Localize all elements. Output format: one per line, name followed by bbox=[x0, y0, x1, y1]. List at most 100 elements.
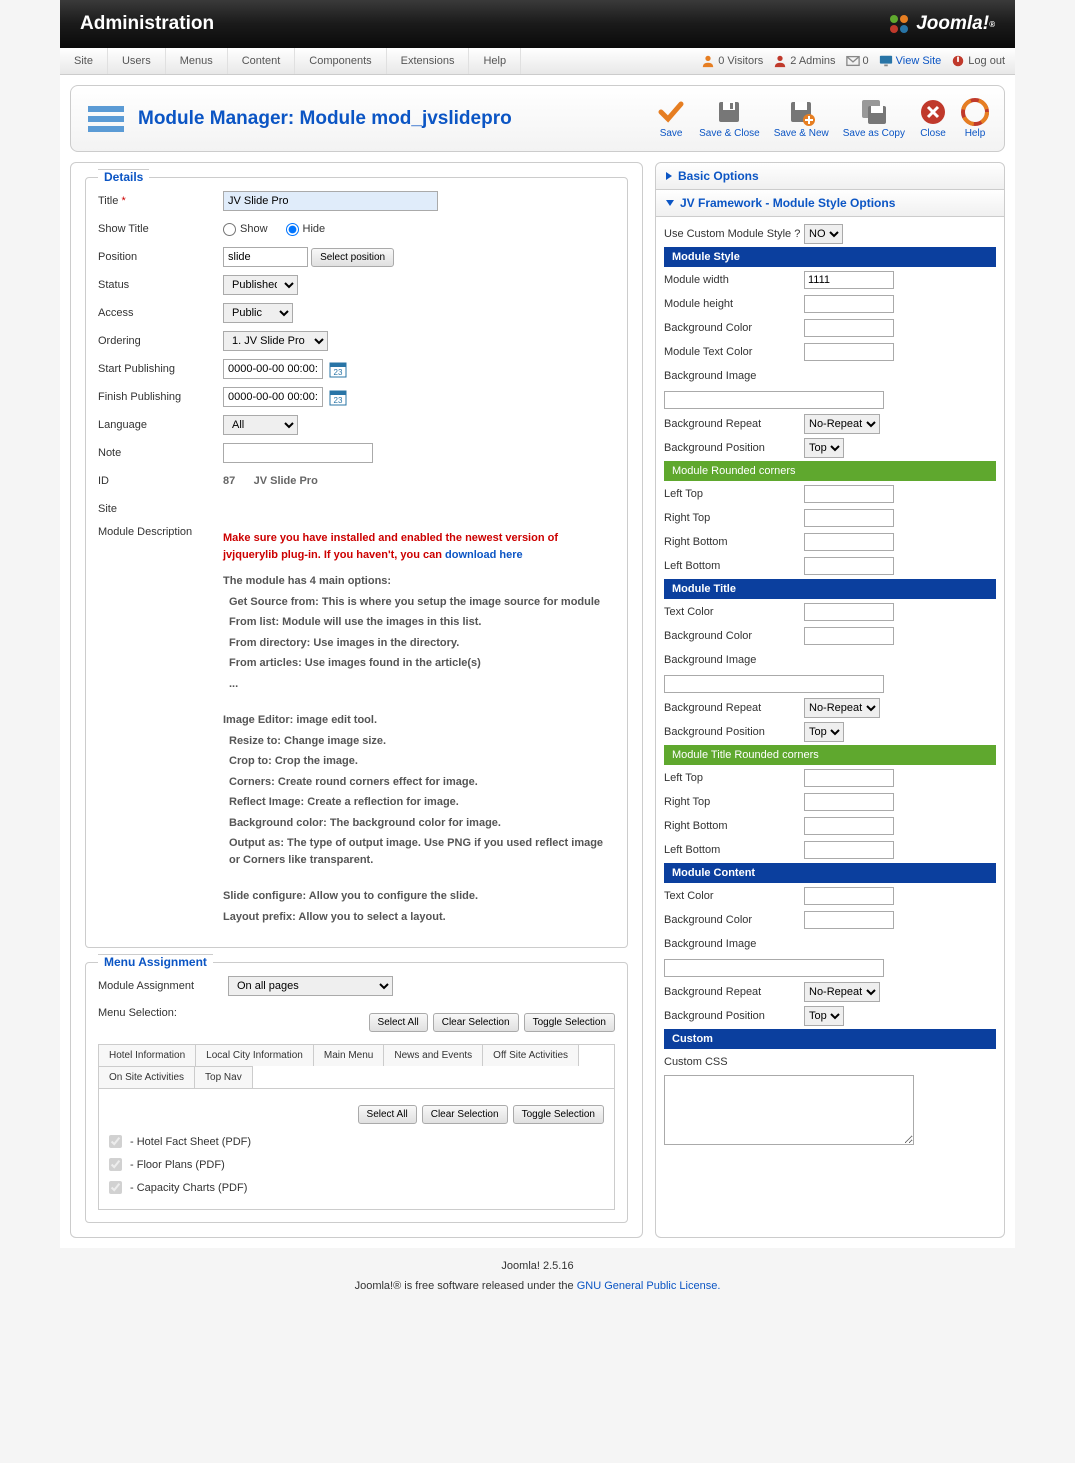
clear-selection-bottom[interactable]: Clear Selection bbox=[422, 1105, 508, 1124]
cbgr-select[interactable]: No-Repeat bbox=[804, 982, 880, 1002]
tab-hotel[interactable]: Hotel Information bbox=[99, 1045, 196, 1066]
tab-news[interactable]: News and Events bbox=[384, 1045, 483, 1066]
desc-warning: Make sure you have installed and enabled… bbox=[223, 530, 615, 563]
module-icon bbox=[86, 102, 126, 136]
menu-site[interactable]: Site bbox=[60, 48, 108, 74]
cbgi-input[interactable] bbox=[664, 959, 884, 977]
use-custom-select[interactable]: NO bbox=[804, 224, 843, 244]
license-link[interactable]: GNU General Public License. bbox=[577, 1280, 721, 1292]
tbgp-select[interactable]: Top bbox=[804, 722, 844, 742]
tab-onsite[interactable]: On Site Activities bbox=[99, 1066, 195, 1088]
calendar-icon[interactable]: 23 bbox=[329, 360, 347, 378]
note-input[interactable] bbox=[223, 443, 373, 463]
desc-from-dir: From directory: Use images in the direct… bbox=[229, 635, 615, 652]
cbgc-input[interactable] bbox=[804, 911, 894, 929]
lt-input[interactable] bbox=[804, 485, 894, 503]
menu-content[interactable]: Content bbox=[228, 48, 296, 74]
tab-local[interactable]: Local City Information bbox=[196, 1045, 314, 1066]
tlb-input[interactable] bbox=[804, 841, 894, 859]
show-radio[interactable]: Show bbox=[223, 223, 268, 236]
bgc-input[interactable] bbox=[804, 319, 894, 337]
logout-link[interactable]: Log out bbox=[951, 54, 1005, 68]
monitor-icon bbox=[879, 54, 893, 68]
bgi-input[interactable] bbox=[664, 391, 884, 409]
cbgp-select[interactable]: Top bbox=[804, 1006, 844, 1026]
accordion-basic[interactable]: Basic Options bbox=[656, 163, 1004, 190]
admin-title: Administration bbox=[80, 13, 214, 35]
clear-selection-top[interactable]: Clear Selection bbox=[433, 1013, 519, 1032]
menu-users[interactable]: Users bbox=[108, 48, 166, 74]
tbgr-select[interactable]: No-Repeat bbox=[804, 698, 880, 718]
download-link[interactable]: download here bbox=[445, 549, 523, 561]
accordion-jvfw[interactable]: JV Framework - Module Style Options bbox=[656, 190, 1004, 217]
position-label: Position bbox=[98, 251, 223, 263]
ordering-select[interactable]: 1. JV Slide Pro bbox=[223, 331, 328, 351]
menu-components[interactable]: Components bbox=[295, 48, 386, 74]
trt-input[interactable] bbox=[804, 793, 894, 811]
bgp-select[interactable]: Top bbox=[804, 438, 844, 458]
trb-input[interactable] bbox=[804, 817, 894, 835]
tab-offsite[interactable]: Off Site Activities bbox=[483, 1045, 579, 1066]
tlt-input[interactable] bbox=[804, 769, 894, 787]
mw-input[interactable] bbox=[804, 271, 894, 289]
save-button[interactable]: Save bbox=[657, 98, 685, 139]
tab-topnav[interactable]: Top Nav bbox=[195, 1066, 253, 1088]
help-button[interactable]: Help bbox=[961, 98, 989, 139]
status-select[interactable]: Published bbox=[223, 275, 298, 295]
menu-menus[interactable]: Menus bbox=[166, 48, 228, 74]
ttc-label: Text Color bbox=[664, 606, 804, 618]
menu-item-check[interactable] bbox=[109, 1158, 122, 1171]
language-select[interactable]: All bbox=[223, 415, 298, 435]
menu-extensions[interactable]: Extensions bbox=[387, 48, 470, 74]
tab-main[interactable]: Main Menu bbox=[314, 1045, 384, 1066]
svg-text:23: 23 bbox=[334, 368, 343, 377]
mtc-input[interactable] bbox=[804, 343, 894, 361]
tbgi-input[interactable] bbox=[664, 675, 884, 693]
position-input[interactable] bbox=[223, 247, 308, 267]
css-textarea[interactable] bbox=[664, 1075, 914, 1145]
bgr-select[interactable]: No-Repeat bbox=[804, 414, 880, 434]
rb-input[interactable] bbox=[804, 533, 894, 551]
toggle-selection-top[interactable]: Toggle Selection bbox=[524, 1013, 615, 1032]
disk-icon bbox=[715, 98, 743, 126]
start-pub-label: Start Publishing bbox=[98, 363, 223, 375]
language-label: Language bbox=[98, 419, 223, 431]
access-select[interactable]: Public bbox=[223, 303, 293, 323]
ctc-input[interactable] bbox=[804, 887, 894, 905]
rt-label: Right Top bbox=[664, 512, 804, 524]
select-all-bottom[interactable]: Select All bbox=[358, 1105, 417, 1124]
mh-input[interactable] bbox=[804, 295, 894, 313]
messages-link[interactable]: 0 bbox=[846, 54, 869, 68]
cbgc-label: Background Color bbox=[664, 914, 804, 926]
lb-input[interactable] bbox=[804, 557, 894, 575]
menu-item-check[interactable] bbox=[109, 1135, 122, 1148]
desc-heading: The module has 4 main options: bbox=[223, 573, 615, 590]
view-site-link[interactable]: View Site bbox=[879, 54, 942, 68]
mh-label: Module height bbox=[664, 298, 804, 310]
rt-input[interactable] bbox=[804, 509, 894, 527]
select-position-button[interactable]: Select position bbox=[311, 248, 394, 267]
tbgc-input[interactable] bbox=[804, 627, 894, 645]
page-title: Module Manager: Module mod_jvslidepro bbox=[138, 108, 512, 130]
finish-pub-input[interactable] bbox=[223, 387, 323, 407]
menu-item-check[interactable] bbox=[109, 1181, 122, 1194]
start-pub-input[interactable] bbox=[223, 359, 323, 379]
tbgi-label: Background Image bbox=[664, 654, 804, 666]
save-copy-button[interactable]: Save as Copy bbox=[843, 98, 905, 139]
calendar-icon[interactable]: 23 bbox=[329, 388, 347, 406]
close-button[interactable]: Close bbox=[919, 98, 947, 139]
visitors-link[interactable]: 0 Visitors bbox=[701, 54, 763, 68]
select-all-top[interactable]: Select All bbox=[369, 1013, 428, 1032]
menu-help[interactable]: Help bbox=[469, 48, 521, 74]
help-icon bbox=[961, 98, 989, 126]
save-close-button[interactable]: Save & Close bbox=[699, 98, 760, 139]
assignment-select[interactable]: On all pages bbox=[228, 976, 393, 996]
admins-link[interactable]: 2 Admins bbox=[773, 54, 835, 68]
save-new-button[interactable]: Save & New bbox=[774, 98, 829, 139]
hide-radio[interactable]: Hide bbox=[286, 223, 326, 236]
ttc-input[interactable] bbox=[804, 603, 894, 621]
bgc-label: Background Color bbox=[664, 322, 804, 334]
desc-reflect: Reflect Image: Create a reflection for i… bbox=[229, 794, 615, 811]
title-input[interactable] bbox=[223, 191, 438, 211]
toggle-selection-bottom[interactable]: Toggle Selection bbox=[513, 1105, 604, 1124]
